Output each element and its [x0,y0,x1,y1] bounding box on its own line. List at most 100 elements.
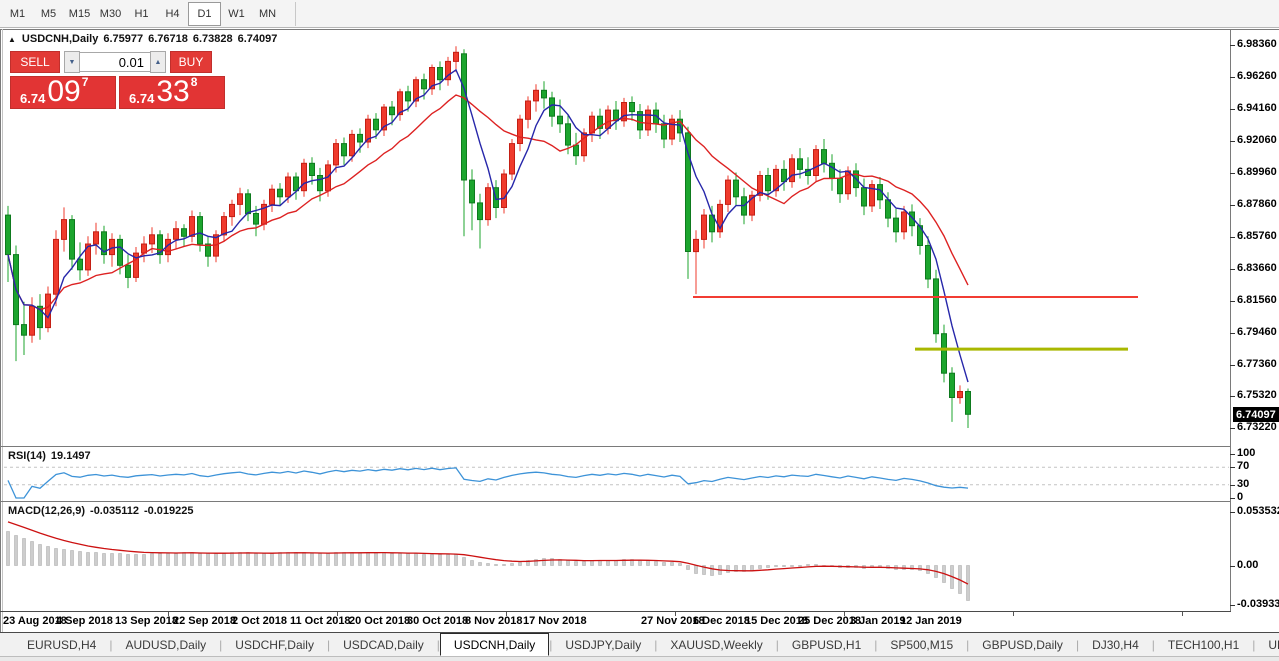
chart-tab-usdchf-daily[interactable]: USDCHF,Daily [222,634,327,655]
price-axis-label: 6.89960 [1237,166,1277,178]
price-axis-label: 6.94160 [1237,102,1277,114]
price-axis-tick [1230,45,1235,46]
chart-tab-eurusd-h4[interactable]: EURUSD,H4 [14,634,109,655]
rsi-label: RSI(14) 19.1497 [8,450,96,462]
chart-tab-xauusd-weekly[interactable]: XAUUSD,Weekly [657,634,775,655]
macd-name: MACD(12,26,9) [8,505,85,517]
buy-price-small: 6.74 [129,92,154,105]
axis-segment-tick [1013,612,1014,616]
quote-high: 6.76718 [148,33,188,45]
axis-segment-tick [506,612,507,616]
timeframe-button-m30[interactable]: M30 [95,3,126,25]
window-left-border-inner [2,29,3,661]
price-axis-label: 6.75320 [1237,389,1277,401]
rsi-axis-label: 100 [1237,447,1255,459]
rsi-name: RSI(14) [8,450,46,462]
timeframe-button-mn[interactable]: MN [252,3,283,25]
timeframe-button-w1[interactable]: W1 [221,3,252,25]
bottom-strip [0,656,1279,661]
chart-tab-ukoil-h1[interactable]: UKOil,H1 [1255,634,1279,655]
date-label: 22 Sep 2018 [173,615,236,627]
rsi-panel-splitter[interactable] [0,446,1231,447]
price-axis-label: 6.79460 [1237,326,1277,338]
price-axis-tick [1230,173,1235,174]
price-axis-tick [1230,333,1235,334]
chart-tab-gbpusd-h1[interactable]: GBPUSD,H1 [779,634,874,655]
price-axis-border [1230,29,1231,612]
timeframe-button-m1[interactable]: M1 [2,3,33,25]
axis-segment-tick [1182,612,1183,616]
macd-panel-splitter[interactable] [0,501,1231,502]
volume-input[interactable]: 0.01 [80,52,150,72]
one-click-trade-panel: SELL ▼ 0.01 ▲ BUY 6.74 09 7 6.74 33 8 [10,51,228,109]
chart-symbol-title: USDCNH,Daily [22,33,98,45]
price-axis-label: 6.77360 [1237,358,1277,370]
price-axis-label: 6.96260 [1237,70,1277,82]
price-axis-label: 6.73220 [1237,421,1277,433]
date-label: 8 Nov 2018 [465,615,522,627]
timeframe-toolbar: M1M5M15M30H1H4D1W1MN [0,0,1279,28]
rsi-indicator-chart[interactable] [0,448,1230,500]
price-axis-tick [1230,109,1235,110]
chart-title-bar: ▲USDCNH,Daily6.759776.767186.738286.7409… [8,33,282,45]
chart-tab-dj30-h4[interactable]: DJ30,H4 [1079,634,1152,655]
timeframe-button-d1[interactable]: D1 [188,2,221,26]
rsi-axis-tick [1230,498,1235,499]
chart-tab-usdcad-daily[interactable]: USDCAD,Daily [330,634,437,655]
macd-axis-label: 0.053532 [1237,505,1279,517]
volume-decrease-button[interactable]: ▼ [64,51,80,73]
timeframe-button-h1[interactable]: H1 [126,3,157,25]
rsi-axis-tick [1230,467,1235,468]
axis-segment-tick [844,612,845,616]
date-label: 12 Jan 2019 [900,615,962,627]
sell-button[interactable]: SELL [10,51,60,73]
buy-price-big: 33 [156,80,189,105]
price-axis-label: 6.87860 [1237,198,1277,210]
macd-indicator-chart[interactable] [0,502,1230,610]
chart-tab-gbpusd-daily[interactable]: GBPUSD,Daily [969,634,1076,655]
date-label: 30 Oct 2018 [407,615,468,627]
rsi-value: 19.1497 [51,450,91,462]
macd-axis-tick [1230,605,1235,606]
chart-top-border [0,29,1279,30]
macd-axis-tick [1230,512,1235,513]
timeframe-button-m15[interactable]: M15 [64,3,95,25]
current-price-tag: 6.74097 [1233,407,1279,422]
buy-price-box[interactable]: 6.74 33 8 [119,76,225,109]
timeframe-button-h4[interactable]: H4 [157,3,188,25]
date-label: 13 Sep 2018 [115,615,178,627]
axis-segment-tick [675,612,676,616]
buy-price-pip: 8 [191,75,198,89]
chart-tab-sp500-m15[interactable]: SP500,M15 [877,634,966,655]
price-axis-label: 6.83660 [1237,262,1277,274]
sell-price-big: 09 [47,80,80,105]
macd-axis-label: -0.039333 [1237,598,1279,610]
window-left-border [0,29,1,661]
macd-axis-label: 0.00 [1237,559,1258,571]
sell-price-box[interactable]: 6.74 09 7 [10,76,116,109]
rsi-axis-label: 30 [1237,478,1249,490]
macd-main-value: -0.035112 [90,505,139,517]
date-label: 20 Oct 2018 [349,615,410,627]
chart-tab-tech100-h1[interactable]: TECH100,H1 [1155,634,1252,655]
price-axis-tick [1230,428,1235,429]
rsi-axis-tick [1230,454,1235,455]
quote-close: 6.74097 [238,33,278,45]
sell-price-pip: 7 [82,75,89,89]
volume-increase-button[interactable]: ▲ [150,51,166,73]
chart-tab-audusd-daily[interactable]: AUDUSD,Daily [112,634,219,655]
collapse-icon[interactable]: ▲ [8,35,16,44]
chart-tab-usdcnh-daily[interactable]: USDCNH,Daily [440,633,549,656]
chart-tabbar: EURUSD,H4|AUDUSD,Daily|USDCHF,Daily|USDC… [0,633,1279,656]
date-label: 3 Jan 2019 [850,615,906,627]
price-axis-tick [1230,269,1235,270]
macd-label: MACD(12,26,9) -0.035112 -0.019225 [8,505,199,517]
buy-button[interactable]: BUY [170,51,212,73]
date-label: 11 Oct 2018 [290,615,351,627]
price-axis-tick [1230,301,1235,302]
macd-signal-value: -0.019225 [144,505,194,517]
price-axis-tick [1230,205,1235,206]
chart-tab-usdjpy-daily[interactable]: USDJPY,Daily [552,634,654,655]
time-axis-border [0,611,1231,612]
timeframe-button-m5[interactable]: M5 [33,3,64,25]
